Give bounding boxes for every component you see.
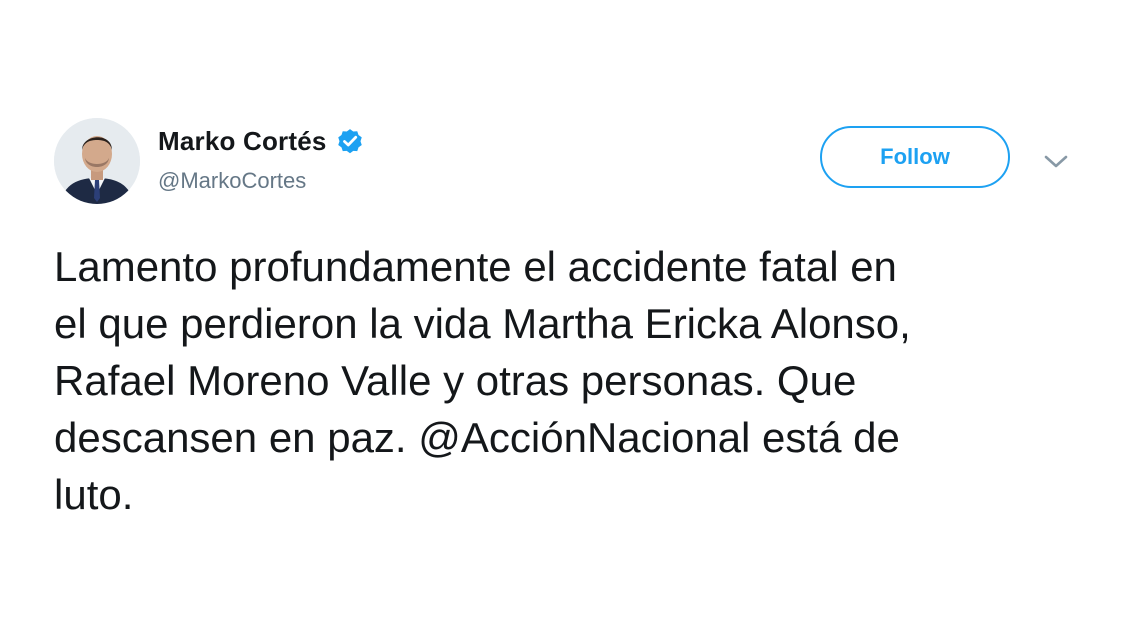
avatar[interactable] bbox=[54, 118, 140, 204]
follow-button[interactable]: Follow bbox=[820, 126, 1010, 188]
tweet-card: Marko Cortés @MarkoCortes Follow Lamento… bbox=[0, 0, 1140, 641]
author-handle[interactable]: @MarkoCortes bbox=[158, 168, 306, 194]
chevron-down-icon[interactable] bbox=[1042, 150, 1070, 172]
avatar-portrait bbox=[54, 118, 140, 204]
author-name-row[interactable]: Marko Cortés bbox=[158, 124, 365, 158]
author-display-name[interactable]: Marko Cortés bbox=[158, 126, 327, 157]
tweet-text: Lamento profundamente el accidente fatal… bbox=[54, 243, 911, 518]
verified-badge-icon bbox=[335, 126, 365, 156]
